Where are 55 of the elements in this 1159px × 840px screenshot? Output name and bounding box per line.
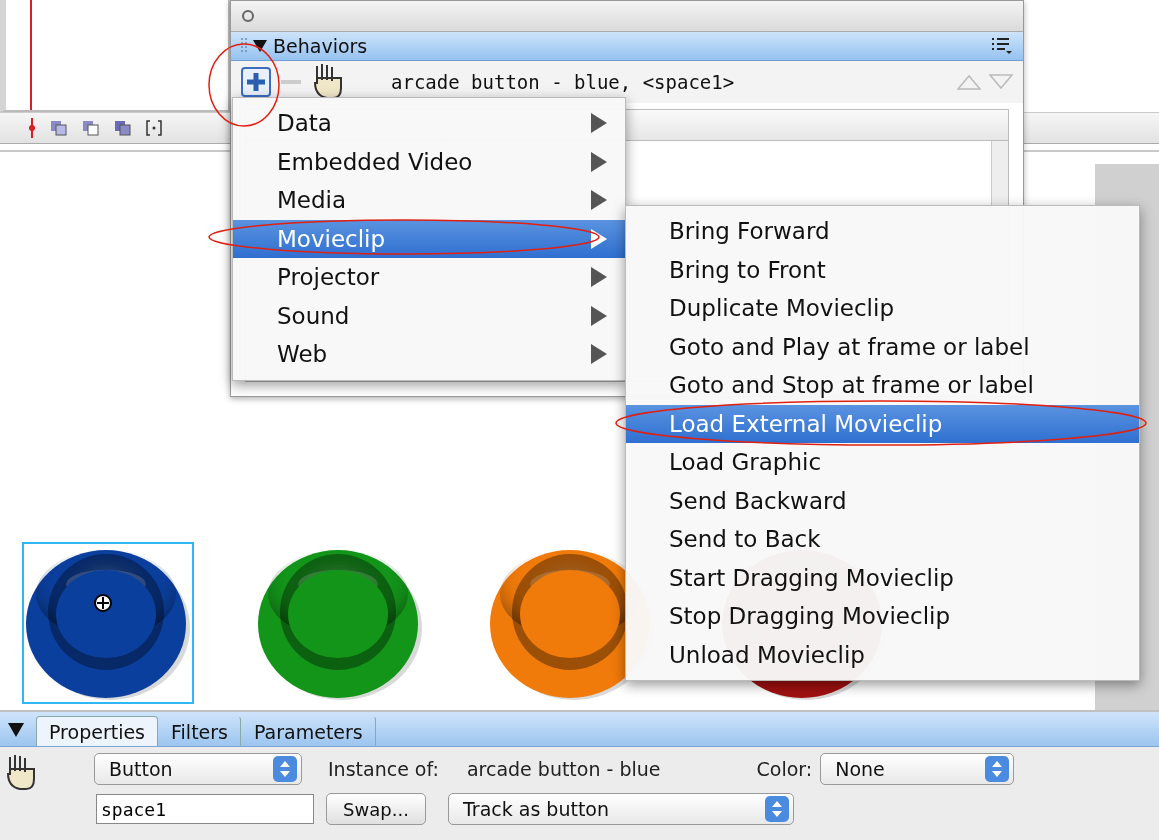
- menu-item[interactable]: Start Dragging Movieclip: [626, 558, 1139, 597]
- menu-item[interactable]: Web: [233, 335, 625, 374]
- onion-skin-outline-icon[interactable]: [82, 120, 100, 136]
- menu-item[interactable]: Data: [233, 104, 625, 143]
- bracket-icon[interactable]: [146, 120, 162, 136]
- menu-item[interactable]: Goto and Play at frame or label: [626, 327, 1139, 366]
- stepper-icon: [985, 756, 1010, 782]
- submenu-arrow-icon: [591, 190, 607, 211]
- menu-item[interactable]: Bring Forward: [626, 212, 1139, 251]
- menu-item[interactable]: Projector: [233, 258, 625, 297]
- options-menu-icon[interactable]: [991, 37, 1013, 55]
- tracking-select[interactable]: Track as button: [448, 793, 794, 825]
- color-label: Color:: [756, 758, 813, 780]
- menu-item[interactable]: Sound: [233, 296, 625, 335]
- menu-item[interactable]: Stop Dragging Movieclip: [626, 597, 1139, 636]
- panel-title: Behaviors: [273, 35, 369, 57]
- menu-item[interactable]: Embedded Video: [233, 142, 625, 181]
- collapse-triangle-icon[interactable]: [8, 723, 24, 737]
- stepper-icon: [273, 756, 297, 782]
- submenu-arrow-icon: [591, 228, 607, 249]
- menu-item[interactable]: Send Backward: [626, 481, 1139, 520]
- panel-tab[interactable]: Parameters: [241, 716, 376, 746]
- playhead-marker-icon: [28, 118, 36, 138]
- panel-tab[interactable]: Properties: [36, 716, 159, 746]
- behavior-target-label: arcade button - blue, <space1>: [391, 71, 736, 93]
- stepper-icon: [765, 796, 789, 822]
- submenu-arrow-icon: [591, 151, 607, 172]
- submenu-arrow-icon: [591, 113, 607, 134]
- menu-item[interactable]: Movieclip: [233, 219, 625, 258]
- submenu-arrow-icon: [591, 344, 607, 365]
- menu-item[interactable]: Goto and Stop at frame or label: [626, 366, 1139, 405]
- menu-item[interactable]: Media: [233, 181, 625, 220]
- instance-name-field[interactable]: space1: [96, 794, 314, 824]
- add-behavior-icon[interactable]: [241, 67, 271, 97]
- collapse-triangle-icon[interactable]: [253, 40, 267, 52]
- instance-of-label: Instance of:: [328, 758, 439, 780]
- onion-skin-icon[interactable]: [50, 120, 68, 136]
- remove-behavior-icon: [281, 80, 301, 84]
- symbol-type-select[interactable]: Button: [94, 753, 302, 785]
- registration-point-icon: [94, 594, 112, 612]
- grip-icon: [241, 9, 255, 23]
- menu-item[interactable]: Load External Movieclip: [626, 404, 1139, 443]
- button-symbol-icon: [4, 753, 38, 793]
- menu-item[interactable]: Load Graphic: [626, 443, 1139, 482]
- submenu-arrow-icon: [591, 305, 607, 326]
- submenu-arrow-icon: [591, 267, 607, 288]
- swap-button[interactable]: Swap...: [326, 793, 426, 825]
- color-select[interactable]: None: [820, 753, 1015, 785]
- panel-tab[interactable]: Filters: [158, 716, 241, 746]
- menu-item[interactable]: Unload Movieclip: [626, 635, 1139, 674]
- menu-item[interactable]: Bring to Front: [626, 250, 1139, 289]
- menu-item[interactable]: Duplicate Movieclip: [626, 289, 1139, 328]
- menu-item[interactable]: Send to Back: [626, 520, 1139, 559]
- instance-of-value: arcade button - blue: [466, 758, 661, 780]
- edit-frames-icon[interactable]: [114, 120, 132, 136]
